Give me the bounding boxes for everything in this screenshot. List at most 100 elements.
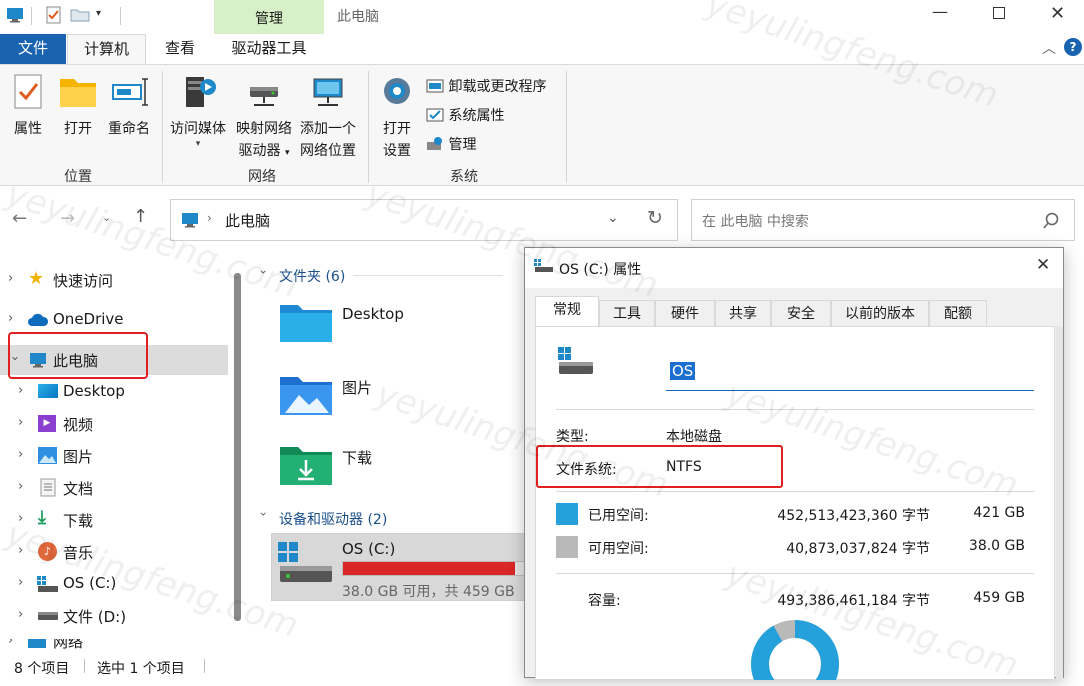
folder-downloads[interactable]: 下载 [279,443,519,487]
add-network-location-button[interactable]: 添加一个 网络位置 [296,73,360,162]
expand-chevron-icon[interactable]: › [18,511,23,526]
uninstall-programs-button[interactable]: 卸载或更改程序 [426,76,546,96]
up-button[interactable]: ↑ [133,206,148,227]
open-settings-button[interactable]: 打开 设置 [374,73,420,162]
nav-documents-label: 文档 [63,480,94,498]
nav-desktop[interactable]: › Desktop [0,377,230,407]
minimize-button[interactable]: — [932,2,948,21]
maximize-button[interactable] [993,7,1005,19]
dialog-tab-sharing[interactable]: 共享 [715,300,771,326]
address-dropdown-icon[interactable]: ⌄ [607,210,619,226]
drive-properties-dialog: OS (C:) 属性 ✕ 常规 工具 硬件 共享 安全 以前的版本 配额 OS … [524,247,1064,680]
help-icon[interactable]: ? [1064,38,1082,56]
qat-dropdown-icon[interactable]: ▾ [96,8,101,19]
dialog-tab-quota[interactable]: 配额 [929,300,987,326]
rename-button[interactable]: 重命名 [104,73,154,140]
volume-name-value: OS [670,362,696,380]
nav-music[interactable]: › ♪ 音乐 [0,537,230,567]
nav-documents[interactable]: › 文档 [0,473,230,503]
expand-chevron-icon[interactable]: › [18,383,23,398]
dialog-tab-previous-versions[interactable]: 以前的版本 [831,300,929,326]
access-media-button[interactable]: 访问媒体 ▾ [166,73,230,149]
back-button[interactable]: ← [12,208,27,229]
tab-file[interactable]: 文件 [0,34,66,64]
refresh-icon[interactable]: ↻ [647,207,663,229]
dialog-tab-security[interactable]: 安全 [771,300,831,326]
collapse-group-icon[interactable]: › [256,270,270,275]
dialog-divider-2 [556,491,1034,492]
nav-drive-c-label: OS (C:) [63,574,117,592]
folders-group-header[interactable]: 文件夹 (6) [279,266,345,286]
onedrive-cloud-icon [28,313,49,326]
nav-videos[interactable]: › ▶ 视频 [0,409,230,439]
properties-button[interactable]: 属性 [6,73,50,140]
collapse-devices-icon[interactable]: › [256,512,270,517]
pictures-icon [38,447,57,464]
expand-chevron-icon[interactable]: › [18,607,23,622]
properties-qat-icon[interactable] [45,6,63,24]
search-box[interactable]: 在 此电脑 中搜索 [691,199,1075,241]
downloads-folder-icon [280,447,332,485]
nav-pictures[interactable]: › 图片 [0,441,230,471]
properties-icon [14,74,42,109]
volume-name-input[interactable]: OS [666,358,1034,391]
network-icon [28,639,46,648]
forward-button[interactable]: → [60,208,75,229]
expand-chevron-icon[interactable]: › [18,447,23,462]
dialog-close-button[interactable]: ✕ [1036,255,1050,275]
folder-pictures[interactable]: 图片 [279,373,519,417]
open-button[interactable]: 打开 [56,73,100,140]
expand-chevron-icon[interactable]: › [8,311,13,326]
qat-divider [31,7,32,25]
nav-scrollbar[interactable] [234,273,241,621]
ribbon: 属性 打开 重命名 位置 访问媒体 ▾ 映射网络 驱动器 ▾ 添加一个 网络位置… [0,64,1084,186]
tab-computer[interactable]: 计算机 [67,34,146,65]
music-icon: ♪ [38,542,57,561]
drive-c-tile[interactable]: OS (C:) 38.0 GB 可用，共 459 GB [271,533,532,601]
dialog-tab-tools[interactable]: 工具 [599,300,655,326]
expand-chevron-icon[interactable]: › [8,639,13,648]
drive-c-name: OS (C:) [342,540,396,558]
free-space-label: 可用空间: [588,541,649,557]
tab-view[interactable]: 查看 [147,34,213,64]
nav-network[interactable]: › 网络 [0,639,230,653]
collapse-ribbon-icon[interactable]: ︿ [1042,38,1056,58]
nav-downloads[interactable]: › ⤓ 下载 [0,505,230,535]
status-selected-count: 选中 1 个项目 [97,661,185,677]
new-folder-qat-icon[interactable] [70,8,90,22]
add-location-label-2: 网络位置 [300,143,356,159]
manage-button[interactable]: 管理 [426,134,476,154]
expand-chevron-icon[interactable]: › [18,543,23,558]
expand-chevron-icon[interactable]: › [18,415,23,430]
recent-locations-dropdown[interactable]: ⌄ [102,211,111,224]
nav-desktop-label: Desktop [63,382,125,400]
folder-desktop[interactable]: Desktop [279,301,519,345]
breadcrumb-this-pc[interactable]: 此电脑 [225,210,270,231]
open-settings-label-2: 设置 [383,143,411,159]
dialog-tab-general[interactable]: 常规 [535,296,599,327]
devices-group-header[interactable]: 设备和驱动器 (2) [279,509,387,529]
address-bar[interactable]: › 此电脑 ⌄ ↻ [170,199,678,241]
close-button[interactable]: ✕ [1050,3,1065,24]
expand-chevron-icon[interactable]: › [8,271,13,286]
drive-c-space-info: 38.0 GB 可用，共 459 GB [342,584,515,600]
tab-drive-tools[interactable]: 驱动器工具 [214,34,324,64]
dialog-tab-hardware[interactable]: 硬件 [655,300,715,326]
search-placeholder: 在 此电脑 中搜索 [702,214,809,230]
folder-pictures-label: 图片 [342,379,373,397]
add-location-label-1: 添加一个 [300,121,356,137]
nav-drive-c[interactable]: › OS (C:) [0,569,230,599]
nav-quick-access[interactable]: › ★ 快速访问 [0,265,230,295]
system-properties-button[interactable]: 系统属性 [426,105,504,125]
expand-chevron-icon[interactable]: › [18,479,23,494]
title-bar: ▾ 管理 此电脑 — ✕ [0,0,1084,34]
dialog-general-panel: OS 类型: 本地磁盘 文件系统: NTFS 已用空间: 452,513,423… [535,326,1055,680]
map-network-drive-button[interactable]: 映射网络 驱动器 ▾ [232,73,296,164]
type-label: 类型: [556,429,589,445]
nav-downloads-label: 下载 [63,512,94,530]
nav-onedrive[interactable]: › OneDrive [0,305,230,335]
free-space-gb: 38.0 GB [968,538,1025,554]
nav-pictures-label: 图片 [63,448,94,466]
nav-drive-d[interactable]: › 文件 (D:) [0,601,230,631]
expand-chevron-icon[interactable]: › [18,575,23,590]
